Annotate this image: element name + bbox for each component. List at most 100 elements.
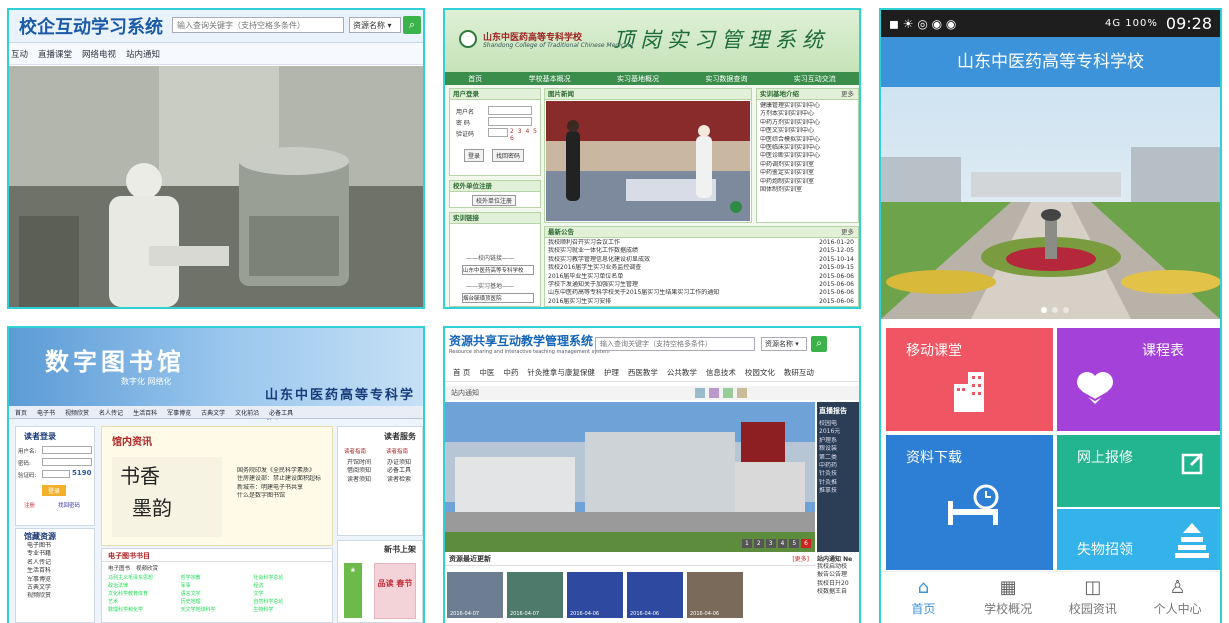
list-item[interactable]: 校园电: [819, 420, 859, 428]
grid-icon[interactable]: [723, 388, 733, 398]
pager-button[interactable]: 2: [753, 539, 764, 548]
video-frame[interactable]: [9, 66, 423, 307]
list-item[interactable]: 名人传记: [24, 559, 94, 567]
tab-school-overview[interactable]: ▦ 学校概况: [966, 572, 1051, 623]
base-links-select[interactable]: 烟台毓璜顶医院: [462, 293, 534, 303]
tile-lost-found[interactable]: 失物招领: [1057, 509, 1220, 570]
notice-row[interactable]: 2016届毕业生实习单位名单 2015-06-06: [545, 273, 858, 281]
captcha-input[interactable]: [488, 128, 508, 137]
nav-item[interactable]: 公共教学: [667, 367, 697, 378]
pager-button[interactable]: 3: [765, 539, 776, 548]
tab-personal-center[interactable]: ♙ 个人中心: [1135, 572, 1220, 623]
resource-thumb[interactable]: 2016-04-07: [447, 572, 503, 618]
resource-thumb[interactable]: 2016-04-07: [507, 572, 563, 618]
nav-item[interactable]: 必备工具: [269, 408, 293, 417]
resource-select[interactable]: 资源名称 ▾: [761, 337, 807, 351]
ebook-category[interactable]: 马列主义毛泽东思想: [108, 574, 181, 582]
forgot-password-button[interactable]: 找回密码: [492, 149, 525, 162]
list-item[interactable]: 针灸技: [819, 470, 859, 478]
ebook-category[interactable]: 天文学地球科学: [181, 606, 254, 614]
nav-item[interactable]: 中药: [503, 367, 518, 378]
nav-item[interactable]: 西医教学: [628, 367, 658, 378]
ebook-category[interactable]: 数理科学和化学: [108, 606, 181, 614]
nav-item[interactable]: 名人传记: [99, 408, 123, 417]
ebook-category[interactable]: 语言文字: [181, 590, 254, 598]
list-item[interactable]: 校数据王自: [817, 588, 859, 596]
list-item[interactable]: 中医文实训实训中心: [757, 127, 858, 135]
ebook-category[interactable]: 政治法律: [108, 582, 181, 590]
search-input[interactable]: 输入查询关键字（支持空格多条件）: [172, 17, 344, 33]
home-icon[interactable]: [695, 388, 705, 398]
pager-button[interactable]: 5: [789, 539, 800, 548]
more-link[interactable]: [更多]: [792, 554, 809, 563]
nav-item[interactable]: 首页: [468, 74, 482, 84]
forgot-password-link[interactable]: 找回密码: [58, 501, 80, 509]
list-item[interactable]: 视频欣赏: [24, 592, 94, 600]
list-item[interactable]: 中医临床实训实训中心: [757, 144, 858, 152]
list-item[interactable]: 电子图书: [24, 542, 94, 550]
nav-item[interactable]: 直播课堂: [38, 48, 72, 60]
notice-row[interactable]: 2016届实习生实习安排 2015-06-06: [545, 298, 858, 306]
resource-thumb[interactable]: 2016-04-06: [627, 572, 683, 618]
nav-item[interactable]: 中医: [479, 367, 494, 378]
list-item[interactable]: 专业书籍: [24, 550, 94, 558]
ebook-category[interactable]: 哲学宗教: [181, 574, 254, 582]
list-item[interactable]: 中药炮制实训实训室: [757, 178, 858, 186]
list-item[interactable]: 古典文学: [24, 584, 94, 592]
list-item[interactable]: 我校日升20: [817, 580, 859, 588]
list-item[interactable]: 第二类: [819, 454, 859, 462]
tile-mobile-classroom[interactable]: 移动课堂: [886, 328, 1053, 431]
ebook-category[interactable]: 文学: [253, 590, 326, 598]
tile-timetable[interactable]: 课程表: [1057, 328, 1220, 431]
notice-row[interactable]: 我校实习教学管理信息化建设初显成效 2015-10-14: [545, 256, 858, 264]
list-item[interactable]: 中药鉴定实训实训室: [757, 169, 858, 177]
nav-item[interactable]: 护理: [604, 367, 619, 378]
register-link[interactable]: 注册: [24, 501, 35, 509]
notice-row[interactable]: 学校下发通知关于加强实习生管理 2015-06-06: [545, 281, 858, 289]
ebook-category[interactable]: 艺术: [108, 598, 181, 606]
pager-button[interactable]: 6: [801, 539, 811, 548]
list-item[interactable]: 报告公告理: [817, 571, 859, 579]
nav-item[interactable]: 信息技术: [706, 367, 736, 378]
close-icon[interactable]: [709, 388, 719, 398]
ebook-category[interactable]: 生物科学: [253, 606, 326, 614]
notice-row[interactable]: 我校顺利召开实习会议工作 2016-01-20: [545, 239, 858, 247]
list-item[interactable]: 固体制剂实训室: [757, 186, 858, 194]
settings-icon[interactable]: [737, 388, 747, 398]
list-item[interactable]: 新城市：明建电子书共享: [234, 484, 330, 492]
captcha-image[interactable]: 5190: [72, 469, 91, 477]
captcha-input[interactable]: [42, 470, 70, 478]
pager-button[interactable]: 1: [742, 539, 752, 548]
search-icon[interactable]: ⌕: [403, 16, 421, 34]
ebook-category[interactable]: 社会科学总论: [253, 574, 326, 582]
nav-item[interactable]: 首页: [15, 408, 27, 417]
list-item[interactable]: 中医诊断实训实训中心: [757, 152, 858, 160]
register-button[interactable]: 校外单位注册: [472, 195, 517, 206]
nav-item[interactable]: 电子书: [37, 408, 55, 417]
list-item[interactable]: 中药调剂实训实训室: [757, 161, 858, 169]
campus-links-select[interactable]: 山东中医药高等专科学校: [462, 265, 534, 275]
ebook-category[interactable]: 历史地理: [181, 598, 254, 606]
list-item[interactable]: 2016元: [819, 428, 859, 436]
list-item[interactable]: 读者须知: [344, 476, 384, 484]
search-icon[interactable]: ⌕: [811, 336, 827, 352]
list-item[interactable]: 健康管理实训实训中心: [757, 102, 858, 110]
list-item[interactable]: 生活百科: [24, 567, 94, 575]
nav-item[interactable]: 校园文化: [745, 367, 775, 378]
username-input[interactable]: [488, 106, 532, 115]
password-input[interactable]: [488, 117, 532, 126]
nav-item[interactable]: 视频欣赏: [65, 408, 89, 417]
nav-item[interactable]: 针灸推拿与康复保健: [527, 367, 595, 378]
notice-row[interactable]: 山东中医药高等专科学校关于2015届实习生结果实习工作的通知 2015-06-06: [545, 289, 858, 297]
list-item[interactable]: 借阅须知: [344, 467, 384, 475]
more-link[interactable]: 更多: [841, 227, 854, 238]
login-button[interactable]: 登录: [464, 149, 485, 162]
list-item[interactable]: 办证须知: [384, 459, 423, 467]
new-book-cover[interactable]: 品读 春节: [374, 563, 416, 619]
ebook-category[interactable]: 自然科学总论: [253, 598, 326, 606]
nav-item[interactable]: 实习基地概况: [617, 74, 659, 84]
more-link[interactable]: 更多: [841, 89, 854, 100]
nav-item[interactable]: 古典文学: [201, 408, 225, 417]
nav-item[interactable]: 学校基本概况: [529, 74, 571, 84]
captcha-image[interactable]: 2 3 4 5 6: [510, 128, 540, 142]
